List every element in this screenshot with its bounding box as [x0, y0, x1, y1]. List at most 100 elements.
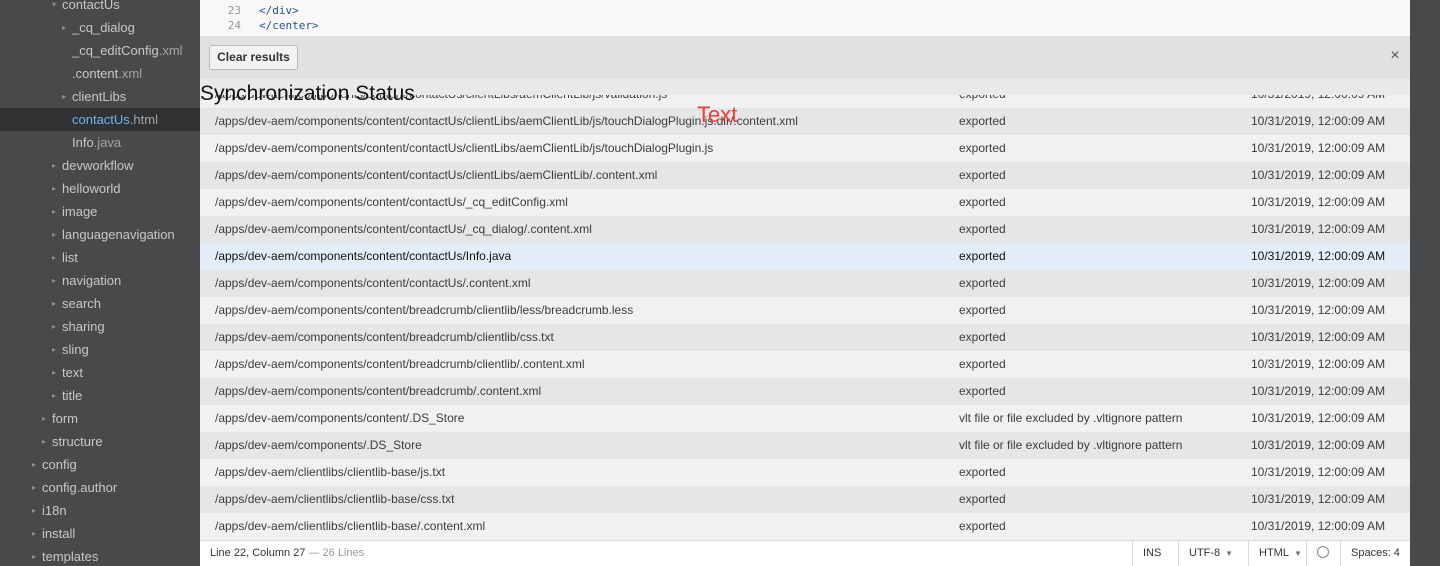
tree-item-image[interactable]: ▸ image — [0, 200, 200, 223]
file-extension: .html — [129, 112, 158, 127]
row-path: /apps/dev-aem/clientlibs/clientlib-base/… — [215, 465, 446, 479]
chevron-right-icon[interactable]: ▸ — [62, 16, 70, 39]
tree-item-form[interactable]: ▸ form — [0, 407, 200, 430]
table-row[interactable]: /apps/dev-aem/components/content/contact… — [200, 135, 1410, 162]
tree-item-info-java[interactable]: Info.java — [0, 131, 200, 154]
table-row[interactable]: /apps/dev-aem/components/content/breadcr… — [200, 297, 1410, 324]
tree-item-clientlibs[interactable]: ▸ clientLibs — [0, 85, 200, 108]
code-line[interactable]: 23 </div> — [200, 3, 299, 18]
chevron-right-icon[interactable]: ▸ — [52, 223, 60, 246]
tree-item-label: form — [52, 407, 78, 430]
table-row[interactable]: /apps/dev-aem/components/content/breadcr… — [200, 378, 1410, 405]
chevron-right-icon[interactable]: ▸ — [32, 545, 40, 566]
tree-item-structure[interactable]: ▸ structure — [0, 430, 200, 453]
tree-item-config[interactable]: ▸ config — [0, 453, 200, 476]
chevron-right-icon[interactable]: ▸ — [52, 361, 60, 384]
tree-item-cq-dialog[interactable]: ▸ _cq_dialog — [0, 16, 200, 39]
results-table[interactable]: /apps/dev-aem/components/content/contact… — [200, 95, 1410, 540]
file-name: .content — [72, 66, 119, 81]
tree-item-cq-editconfig-xml[interactable]: _cq_editConfig.xml — [0, 39, 200, 62]
tree-item-label: sling — [62, 338, 89, 361]
close-icon[interactable]: × — [1389, 48, 1401, 64]
chevron-right-icon[interactable]: ▸ — [52, 384, 60, 407]
chevron-right-icon[interactable]: ▸ — [32, 476, 40, 499]
file-extension: .xml — [158, 43, 183, 58]
table-row[interactable]: /apps/dev-aem/clientlibs/clientlib-base/… — [200, 513, 1410, 540]
row-timestamp: 10/31/2019, 12:00:09 AM — [1251, 168, 1386, 182]
table-row[interactable]: /apps/dev-aem/clientlibs/clientlib-base/… — [200, 486, 1410, 513]
file-name: title — [62, 388, 83, 403]
chevron-right-icon[interactable]: ▸ — [42, 430, 50, 453]
chevron-right-icon[interactable]: ▸ — [52, 246, 60, 269]
chevron-right-icon[interactable]: ▸ — [52, 269, 60, 292]
table-row[interactable]: /apps/dev-aem/components/content/contact… — [200, 162, 1410, 189]
chevron-right-icon[interactable]: ▸ — [52, 292, 60, 315]
row-status: exported — [959, 95, 1006, 108]
table-row[interactable]: /apps/dev-aem/components/content/contact… — [200, 108, 1410, 135]
row-timestamp: 10/31/2019, 12:00:09 AM — [1251, 303, 1386, 317]
tree-item-helloworld[interactable]: ▸ helloworld — [0, 177, 200, 200]
code-editor[interactable]: 23 </div> 24 </center> — [200, 0, 1410, 37]
tree-item-contactus[interactable]: ▾ contactUs — [0, 0, 200, 16]
code-text[interactable]: </center> — [259, 19, 319, 32]
chevron-right-icon[interactable]: ▸ — [62, 85, 70, 108]
chevron-right-icon[interactable]: ▸ — [52, 177, 60, 200]
code-line[interactable]: 24 </center> — [200, 18, 319, 33]
tree-item-sling[interactable]: ▸ sling — [0, 338, 200, 361]
tree-item-label: languagenavigation — [62, 223, 175, 246]
chevron-right-icon[interactable]: ▸ — [52, 315, 60, 338]
chevron-right-icon[interactable]: ▸ — [52, 338, 60, 361]
table-row[interactable]: /apps/dev-aem/components/content/contact… — [200, 216, 1410, 243]
insert-mode-toggle[interactable]: INS — [1132, 541, 1171, 566]
tree-item-search[interactable]: ▸ search — [0, 292, 200, 315]
tree-item-navigation[interactable]: ▸ navigation — [0, 269, 200, 292]
tree-item-title[interactable]: ▸ title — [0, 384, 200, 407]
tree-item-contactus-html[interactable]: contactUs.html — [0, 108, 200, 131]
row-timestamp: 10/31/2019, 12:00:09 AM — [1251, 519, 1386, 533]
tree-item-config-author[interactable]: ▸ config.author — [0, 476, 200, 499]
table-row[interactable]: /apps/dev-aem/components/content/breadcr… — [200, 324, 1410, 351]
chevron-right-icon[interactable]: ▸ — [32, 522, 40, 545]
table-row[interactable]: /apps/dev-aem/components/content/contact… — [200, 189, 1410, 216]
row-timestamp: 10/31/2019, 12:00:09 AM — [1251, 195, 1386, 209]
row-status: exported — [959, 330, 1006, 344]
tree-item-sharing[interactable]: ▸ sharing — [0, 315, 200, 338]
tree-item-i18n[interactable]: ▸ i18n — [0, 499, 200, 522]
language-dropdown[interactable]: HTML ▼ — [1248, 541, 1312, 566]
code-text[interactable]: </div> — [259, 4, 299, 17]
tree-item-install[interactable]: ▸ install — [0, 522, 200, 545]
file-name: image — [62, 204, 98, 219]
clear-results-button[interactable]: Clear results — [209, 45, 298, 70]
encoding-dropdown[interactable]: UTF-8 ▼ — [1178, 541, 1243, 566]
file-name: form — [52, 411, 78, 426]
table-row[interactable]: /apps/dev-aem/components/content/contact… — [200, 243, 1410, 270]
table-row[interactable]: /apps/dev-aem/components/content/breadcr… — [200, 351, 1410, 378]
row-status: exported — [959, 384, 1006, 398]
indent-setting[interactable]: Spaces: 4 — [1340, 541, 1410, 566]
tree-item-list[interactable]: ▸ list — [0, 246, 200, 269]
chevron-right-icon[interactable]: ▸ — [42, 407, 50, 430]
chevron-right-icon[interactable]: ▸ — [52, 154, 60, 177]
tree-item-devworkflow[interactable]: ▸ devworkflow — [0, 154, 200, 177]
language-label: HTML — [1259, 547, 1289, 559]
chevron-right-icon[interactable]: ▸ — [32, 453, 40, 476]
line-number: 24 — [227, 19, 241, 32]
row-timestamp: 10/31/2019, 12:00:09 AM — [1251, 411, 1386, 425]
table-row[interactable]: /apps/dev-aem/components/content/.DS_Sto… — [200, 405, 1410, 432]
tree-item-label: navigation — [62, 269, 121, 292]
tree-item-templates[interactable]: ▸ templates — [0, 545, 200, 566]
table-row[interactable]: /apps/dev-aem/components/content/contact… — [200, 270, 1410, 297]
linter-status-icon-cell[interactable] — [1306, 541, 1339, 566]
table-row[interactable]: /apps/dev-aem/components/.DS_Store vlt fi… — [200, 432, 1410, 459]
file-name: _cq_dialog — [72, 20, 135, 35]
file-name: templates — [42, 549, 99, 564]
tree-item-text[interactable]: ▸ text — [0, 361, 200, 384]
table-row[interactable]: /apps/dev-aem/clientlibs/clientlib-base/… — [200, 459, 1410, 486]
chevron-right-icon[interactable]: ▸ — [52, 200, 60, 223]
chevron-down-icon[interactable]: ▾ — [52, 0, 60, 16]
tree-item-content-xml[interactable]: .content.xml — [0, 62, 200, 85]
row-timestamp: 10/31/2019, 12:00:09 AM — [1251, 438, 1386, 452]
chevron-right-icon[interactable]: ▸ — [32, 499, 40, 522]
tree-item-label: sharing — [62, 315, 105, 338]
tree-item-languagenavigation[interactable]: ▸ languagenavigation — [0, 223, 200, 246]
